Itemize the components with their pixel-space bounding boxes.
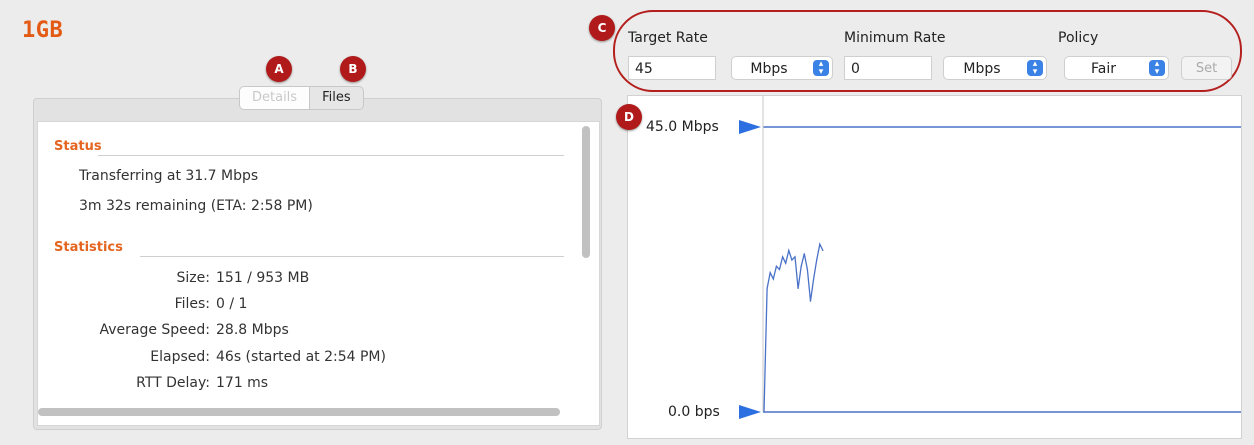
- horizontal-scrollbar[interactable]: [38, 408, 560, 416]
- status-rate-text: Transferring at 31.7 Mbps: [79, 168, 259, 184]
- view-segmented-control[interactable]: Details Files: [239, 86, 364, 110]
- stat-label-size: Size:: [176, 270, 210, 286]
- policy-value: Fair: [1091, 61, 1116, 77]
- stat-value-average-speed: 28.8 Mbps: [216, 322, 289, 338]
- target-rate-arrow-icon[interactable]: [739, 120, 761, 134]
- stat-value-files: 0 / 1: [216, 296, 248, 312]
- rate-point: [782, 256, 784, 258]
- policy-select[interactable]: Fair ▴ ▾: [1064, 56, 1169, 80]
- minimum-rate-arrow-icon[interactable]: [739, 405, 761, 419]
- set-button[interactable]: Set: [1181, 56, 1232, 80]
- rate-point: [788, 249, 790, 252]
- status-remaining-text: 3m 32s remaining (ETA: 2:58 PM): [79, 198, 313, 214]
- transfer-title: 1GB: [22, 18, 64, 43]
- chevron-updown-icon: ▴ ▾: [813, 60, 829, 77]
- chevron-updown-icon: ▴ ▾: [1027, 60, 1043, 77]
- tab-files[interactable]: Files: [310, 86, 364, 110]
- stat-value-rtt-delay: 171 ms: [216, 375, 269, 391]
- rate-point: [813, 278, 815, 280]
- target-rate-unit-value: Mbps: [750, 61, 788, 77]
- stat-value-size: 151 / 953 MB: [216, 270, 310, 286]
- rate-point: [791, 259, 793, 261]
- rate-series-line: [763, 242, 824, 413]
- marker-a: A: [266, 56, 292, 82]
- target-rate-input[interactable]: 45: [628, 56, 716, 80]
- marker-b: B: [340, 56, 366, 82]
- stat-label-elapsed: Elapsed:: [150, 349, 210, 365]
- rate-point: [775, 265, 777, 267]
- minimum-rate-unit-select[interactable]: Mbps ▴ ▾: [943, 56, 1047, 80]
- stat-value-elapsed: 46s (started at 2:54 PM): [216, 349, 386, 365]
- target-rate-label: Target Rate: [628, 30, 708, 46]
- statistics-heading: Statistics: [54, 240, 123, 255]
- rate-point: [822, 249, 824, 252]
- rate-point: [769, 272, 771, 274]
- statistics-divider: [140, 256, 564, 257]
- rate-point: [766, 287, 768, 290]
- marker-d: D: [616, 104, 642, 130]
- rate-point: [763, 411, 765, 413]
- stat-label-rtt-delay: RTT Delay:: [136, 375, 210, 391]
- rate-chart: 45.0 Mbps 0.0 bps: [627, 95, 1242, 439]
- status-heading: Status: [54, 139, 102, 154]
- rate-series-points: [763, 243, 824, 413]
- rate-point: [806, 268, 808, 271]
- policy-label: Policy: [1058, 30, 1099, 46]
- rate-point: [809, 300, 812, 302]
- rate-point: [800, 265, 802, 267]
- rate-point: [772, 278, 774, 280]
- rate-point: [797, 287, 799, 290]
- marker-c: C: [589, 15, 615, 41]
- y-axis-top-label: 45.0 Mbps: [646, 119, 719, 135]
- rate-point: [785, 262, 787, 264]
- target-rate-unit-select[interactable]: Mbps ▴ ▾: [731, 56, 833, 80]
- rate-point: [803, 253, 805, 255]
- minimum-rate-label: Minimum Rate: [844, 30, 946, 46]
- y-axis-bottom-label: 0.0 bps: [668, 404, 720, 420]
- status-divider: [98, 155, 564, 156]
- chevron-updown-icon: ▴ ▾: [1149, 60, 1165, 77]
- minimum-rate-input[interactable]: 0: [844, 56, 932, 80]
- minimum-rate-unit-value: Mbps: [963, 61, 1001, 77]
- rate-chart-svg: [739, 96, 1241, 419]
- rate-point: [778, 268, 781, 271]
- stat-label-average-speed: Average Speed:: [99, 322, 210, 338]
- rate-point: [794, 256, 796, 258]
- rate-point: [816, 259, 818, 261]
- stat-label-files: Files:: [174, 296, 210, 312]
- rate-point: [819, 243, 821, 245]
- vertical-scrollbar[interactable]: [582, 126, 590, 258]
- tab-details[interactable]: Details: [239, 86, 311, 110]
